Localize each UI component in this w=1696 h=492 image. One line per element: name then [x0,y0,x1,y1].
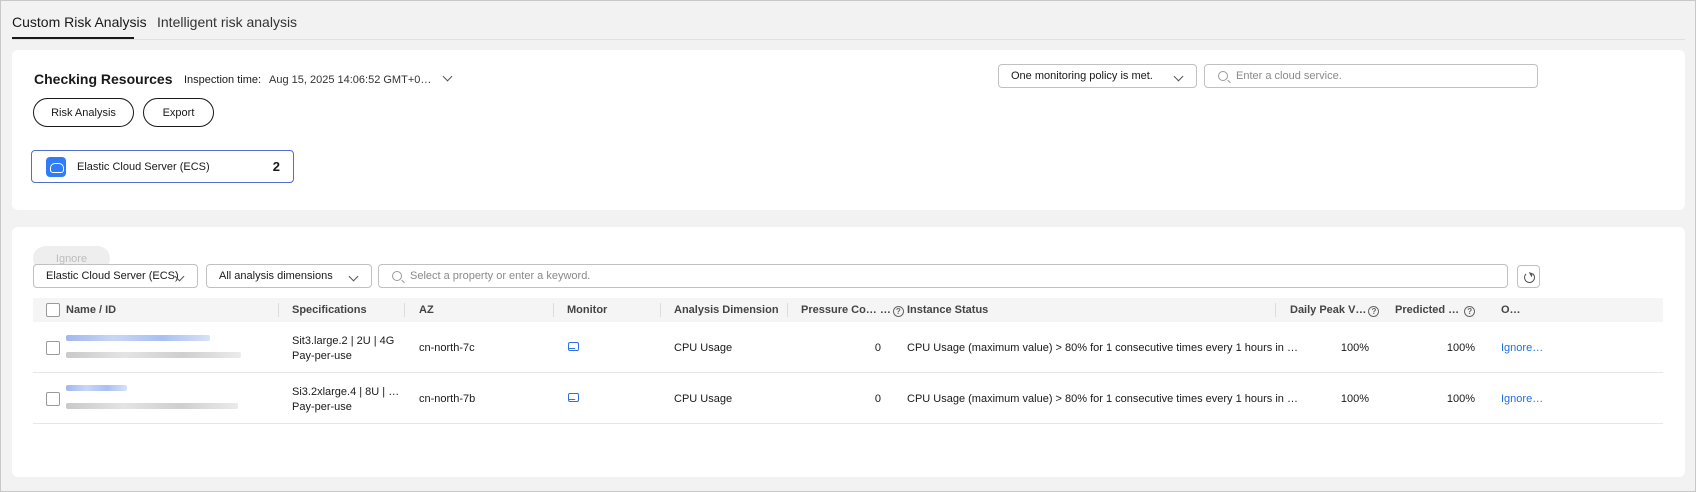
service-count: 2 [272,159,280,174]
service-name: Elastic Cloud Server (ECS) [77,161,210,173]
dimension-filter-select[interactable]: All analysis dimensions [206,264,372,288]
col-daily-peak-label: Daily Peak V… [1290,304,1367,316]
column-divider[interactable] [278,303,279,317]
col-daily-peak[interactable]: Daily Peak V…? [1290,304,1380,317]
pressure-count: 0 [874,393,881,405]
billing-mode: Pay-per-use [292,401,352,413]
analysis-dimension: CPU Usage [674,342,733,354]
help-icon[interactable]: ? [1464,306,1476,317]
instance-status: CPU Usage (maximum value) > 80% for 1 co… [907,393,1298,405]
property-search-input[interactable]: Select a property or enter a keyword. [378,264,1508,288]
help-icon[interactable]: ? [892,306,904,317]
risk-analysis-button[interactable]: Risk Analysis [33,98,134,127]
instance-status: CPU Usage (maximum value) > 80% for 1 co… [907,342,1298,354]
col-pressure[interactable]: Pressure Co… …? [801,304,904,317]
policy-select-value: One monitoring policy is met. [1011,70,1153,82]
column-divider[interactable] [404,303,405,317]
monitor-icon[interactable] [568,342,579,351]
instance-name-redacted[interactable] [66,385,127,391]
policy-select[interactable]: One monitoring policy is met. [998,64,1197,88]
select-all-checkbox[interactable] [46,303,60,317]
column-divider[interactable] [787,303,788,317]
spec-line1: Sit3.large.2 | 2U | 4G [292,335,395,347]
page-frame: Custom Risk Analysis Intelligent risk an… [0,0,1696,492]
col-az[interactable]: AZ [419,304,434,316]
ignore-link[interactable]: Ignore… [1501,342,1543,354]
chevron-down-icon [1173,71,1184,82]
table-row[interactable]: Si3.2xlarge.4 | 8U | … Pay-per-use cn-no… [33,373,1663,424]
checking-resources-card: Checking Resources Inspection time: Aug … [12,50,1685,210]
help-icon[interactable]: ? [1368,306,1380,317]
search-icon [392,271,402,281]
col-pressure-label: Pressure Co… … [801,304,891,316]
section-title: Checking Resources [34,71,173,87]
spec-line1: Si3.2xlarge.4 | 8U | … [292,386,400,398]
instance-name-redacted[interactable] [66,335,210,341]
predicted-value: 100% [1446,342,1475,354]
daily-peak-value: 100% [1340,342,1369,354]
instance-id-redacted [66,352,241,358]
cloud-service-search[interactable]: Enter a cloud service. [1204,64,1538,88]
chevron-down-icon[interactable] [442,71,453,82]
export-button[interactable]: Export [143,98,214,127]
instance-id-redacted [66,403,238,409]
daily-peak-value: 100% [1340,393,1369,405]
col-name[interactable]: Name / ID [66,304,116,316]
pressure-count: 0 [874,342,881,354]
col-instance-status[interactable]: Instance Status [907,304,988,316]
search-placeholder: Enter a cloud service. [1236,70,1342,82]
active-tab-indicator [12,37,134,39]
table-row[interactable]: Sit3.large.2 | 2U | 4G Pay-per-use cn-no… [33,322,1663,373]
col-predicted[interactable]: Predicted … ? [1395,304,1476,317]
col-spec[interactable]: Specifications [292,304,367,316]
monitor-icon[interactable] [568,393,579,402]
ignore-link[interactable]: Ignore… [1501,393,1543,405]
col-operation[interactable]: O… [1501,304,1521,316]
service-filter-select[interactable]: Elastic Cloud Server (ECS) [33,264,198,288]
billing-mode: Pay-per-use [292,350,352,362]
search-placeholder: Select a property or enter a keyword. [410,270,591,282]
column-divider[interactable] [553,303,554,317]
search-icon [1218,71,1228,81]
tab-intelligent-risk-analysis[interactable]: Intelligent risk analysis [157,14,297,30]
service-card-ecs[interactable]: Elastic Cloud Server (ECS) 2 [31,150,294,183]
table-header: Name / ID Specifications AZ Monitor Anal… [33,298,1663,322]
service-filter-value: Elastic Cloud Server (ECS) [46,270,179,282]
refresh-button[interactable] [1517,265,1540,288]
column-divider[interactable] [660,303,661,317]
tab-bar: Custom Risk Analysis Intelligent risk an… [12,1,1685,40]
inspection-time-label: Inspection time: [184,74,262,86]
dimension-filter-value: All analysis dimensions [219,270,333,282]
risk-list-card: Ignore Elastic Cloud Server (ECS) All an… [12,227,1685,477]
tab-custom-risk-analysis[interactable]: Custom Risk Analysis [12,14,147,30]
col-predicted-label: Predicted … [1395,304,1460,316]
row-checkbox[interactable] [46,392,60,406]
col-analysis-dimension[interactable]: Analysis Dimension [674,304,779,316]
predicted-value: 100% [1446,393,1475,405]
chevron-down-icon [348,271,359,282]
az-value: cn-north-7c [419,342,475,354]
inspection-time-value[interactable]: Aug 15, 2025 14:06:52 GMT+0… [269,74,431,86]
analysis-dimension: CPU Usage [674,393,733,405]
column-divider[interactable] [1275,303,1276,317]
cloud-server-icon [46,157,66,177]
col-monitor[interactable]: Monitor [567,304,607,316]
az-value: cn-north-7b [419,393,476,405]
row-checkbox[interactable] [46,341,60,355]
